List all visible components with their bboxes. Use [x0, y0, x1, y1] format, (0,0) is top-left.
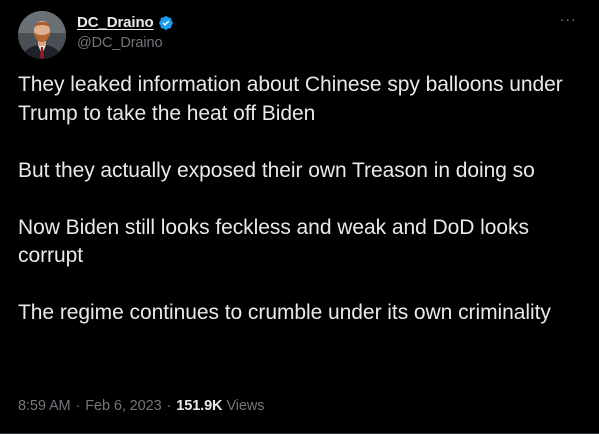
tweet-time[interactable]: 8:59 AM	[18, 398, 71, 414]
tweet-paragraph: Now Biden still looks feckless and weak …	[18, 215, 529, 268]
avatar[interactable]	[18, 11, 66, 59]
tweet: DC_Draino @DC_Draino ··· They leaked inf…	[0, 0, 599, 434]
tweet-paragraph: The regime continues to crumble under it…	[18, 301, 551, 324]
views-count[interactable]: 151.9K	[176, 398, 222, 414]
views-label: Views	[226, 398, 265, 414]
meta-separator: ·	[75, 398, 81, 414]
tweet-date[interactable]: Feb 6, 2023	[85, 398, 161, 414]
tweet-header: DC_Draino @DC_Draino ···	[18, 11, 584, 59]
tweet-metadata: 8:59 AM · Feb 6, 2023 · 151.9K Views	[18, 398, 264, 414]
author-names: DC_Draino @DC_Draino	[77, 13, 174, 51]
display-name[interactable]: DC_Draino	[77, 14, 154, 31]
tweet-paragraph: But they actually exposed their own Trea…	[18, 158, 535, 182]
verified-badge-icon	[158, 15, 174, 31]
more-options-icon[interactable]: ···	[558, 12, 578, 29]
tweet-text: They leaked information about Chinese sp…	[18, 71, 583, 328]
profile-photo-icon	[18, 11, 66, 59]
meta-separator: ·	[166, 398, 172, 414]
display-name-row: DC_Draino	[77, 13, 174, 32]
author-handle[interactable]: @DC_Draino	[77, 35, 174, 51]
tweet-paragraph: They leaked information about Chinese sp…	[18, 73, 563, 125]
